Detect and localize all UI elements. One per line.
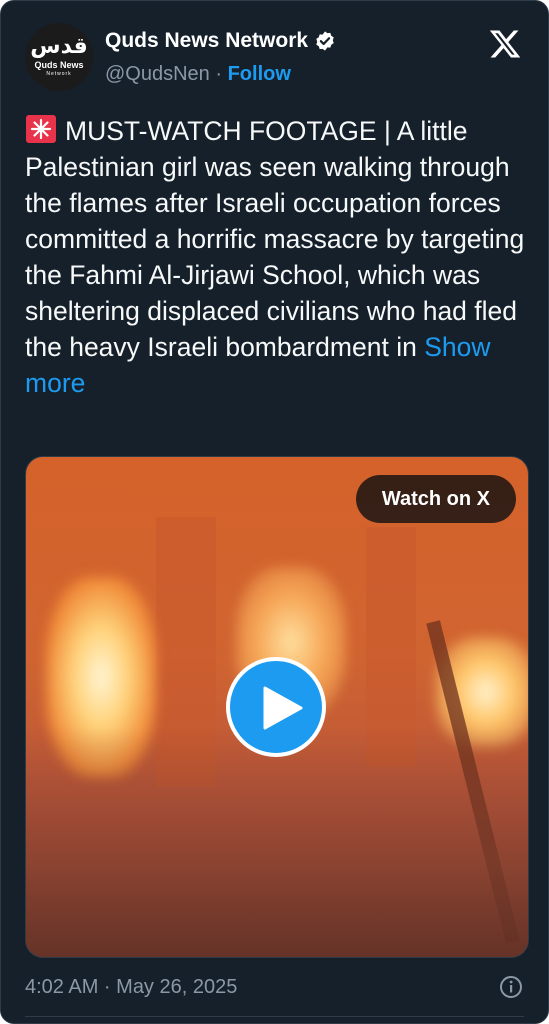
tweet-header: قدس Quds News Network Quds News Network … — [25, 23, 528, 91]
avatar[interactable]: قدس Quds News Network — [25, 23, 93, 91]
tweet-card: قدس Quds News Network Quds News Network … — [0, 0, 549, 1024]
author-handle[interactable]: @QudsNen — [105, 63, 210, 85]
x-logo-icon[interactable] — [488, 27, 522, 61]
author-name-row: Quds News Network — [105, 29, 336, 53]
watch-on-x-button[interactable]: Watch on X — [355, 475, 516, 523]
handle-separator: · — [209, 63, 228, 85]
timestamp[interactable]: 4:02 AM · May 26, 2025 — [25, 976, 237, 998]
tweet-footer: 4:02 AM · May 26, 2025 — [25, 973, 525, 1003]
avatar-line2: Network — [46, 71, 72, 77]
avatar-line1: Quds News — [34, 60, 84, 70]
avatar-arabic-text: قدس — [30, 34, 88, 59]
follow-button[interactable]: Follow — [228, 63, 291, 85]
video-player[interactable]: Watch on X — [25, 456, 529, 958]
tweet-text: MUST-WATCH FOOTAGE | A little Palestinia… — [25, 113, 535, 401]
tweet-body: MUST-WATCH FOOTAGE | A little Palestinia… — [25, 116, 532, 362]
info-icon[interactable] — [499, 975, 523, 999]
divider — [25, 1016, 524, 1017]
handle-row: @QudsNen · Follow — [105, 63, 291, 86]
siren-icon — [26, 115, 56, 143]
play-button[interactable] — [226, 657, 326, 757]
video-frame-smoke — [26, 727, 528, 957]
verified-badge-icon — [316, 31, 334, 51]
author-name[interactable]: Quds News Network — [105, 29, 308, 53]
play-icon — [263, 686, 303, 730]
